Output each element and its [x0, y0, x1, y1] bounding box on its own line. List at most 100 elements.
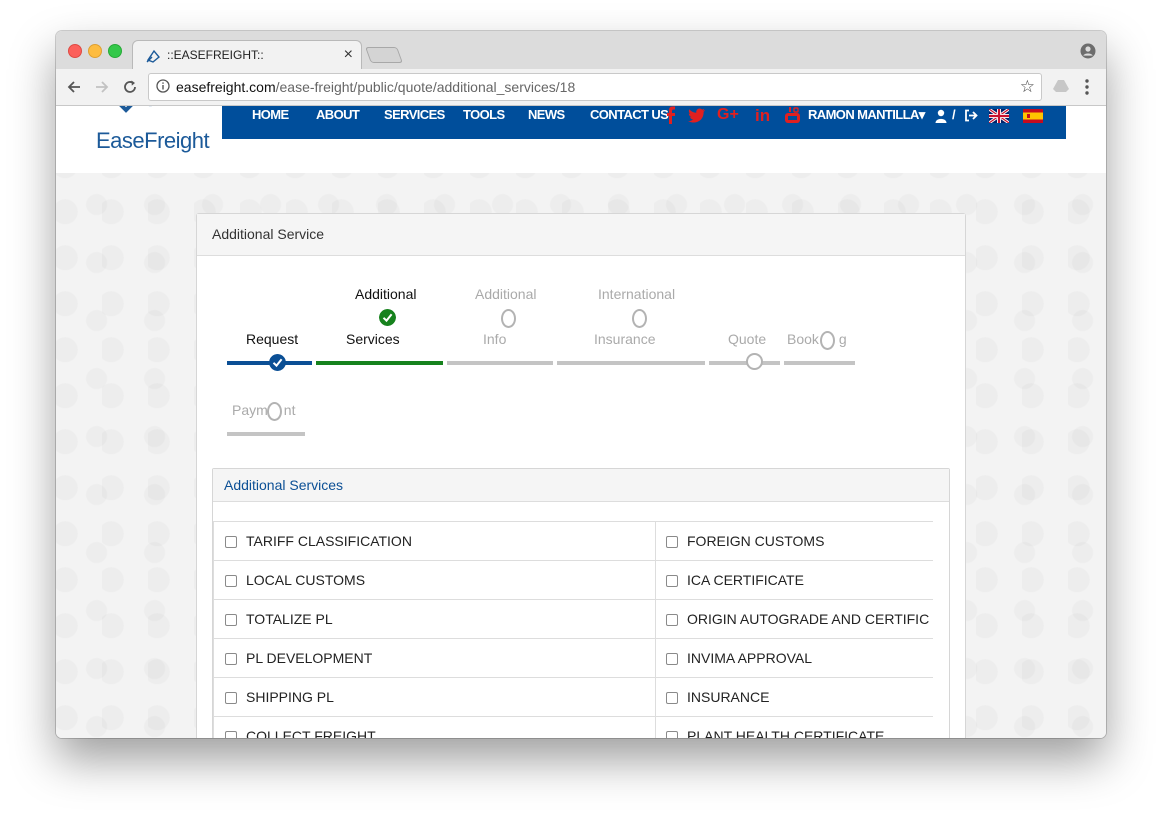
user-icon[interactable]: [935, 109, 947, 123]
sign-out-icon[interactable]: [964, 109, 979, 122]
service-option[interactable]: ICA CERTIFICATE: [655, 561, 933, 600]
step-quote-label: Quote: [728, 331, 767, 347]
service-option[interactable]: INVIMA APPROVAL: [655, 639, 933, 678]
bookmark-star-icon[interactable]: ☆: [1020, 77, 1035, 97]
linkedin-icon[interactable]: in: [755, 106, 770, 126]
service-option[interactable]: INSURANCE: [655, 678, 933, 717]
more-menu-icon[interactable]: [1084, 78, 1090, 96]
step-services-check-icon: [379, 309, 396, 326]
nav-contact-us[interactable]: CONTACT US: [590, 107, 669, 122]
browser-tab[interactable]: ::EASEFREIGHT:: ×: [132, 40, 362, 71]
step-request-label: Request: [246, 331, 299, 347]
user-menu[interactable]: RAMON MANTILLA▾: [808, 107, 925, 123]
service-label: INVIMA APPROVAL: [687, 650, 813, 666]
service-option[interactable]: ORIGIN AUTOGRADE AND CERTIFIC: [655, 600, 933, 639]
step-booking-bar: [784, 361, 855, 365]
step-request-check-icon: [269, 354, 286, 371]
ica-certificate-checkbox[interactable]: [666, 575, 678, 587]
totalize-pl-checkbox[interactable]: [225, 614, 237, 626]
tab-close-icon[interactable]: ×: [344, 46, 353, 64]
step-info-label-top: Additional: [475, 286, 537, 302]
origin-autograde-checkbox[interactable]: [666, 614, 678, 626]
step-payment-bar: [227, 432, 305, 436]
close-window-button[interactable]: [68, 44, 82, 58]
step-insurance-label-bottom: Insurance: [594, 331, 656, 347]
spain-flag-icon[interactable]: [1023, 109, 1043, 123]
browser-window: ::EASEFREIGHT:: × easefreight.com/ease-f…: [56, 31, 1106, 738]
step-insurance-ring: [632, 309, 647, 328]
additional-service-panel: Additional Service Request Additional Se…: [196, 213, 966, 738]
drive-extension-icon[interactable]: [1052, 79, 1070, 93]
new-tab-button[interactable]: [365, 47, 403, 63]
url-path: /ease-freight/public/quote/additional_se…: [275, 79, 576, 95]
uk-flag-icon[interactable]: [989, 109, 1009, 123]
service-label: PLANT HEALTH CERTIFICATE: [687, 728, 885, 738]
google-plus-icon[interactable]: G+: [717, 106, 739, 124]
nav-about[interactable]: ABOUT: [316, 107, 360, 122]
table-row: TARIFF CLASSIFICATION FOREIGN CUSTOMS: [213, 521, 933, 561]
service-label: TOTALIZE PL: [246, 611, 333, 627]
service-option[interactable]: FOREIGN CUSTOMS: [655, 522, 933, 561]
back-arrow-icon[interactable]: [65, 78, 83, 96]
plant-health-certificate-checkbox[interactable]: [666, 731, 678, 738]
service-option[interactable]: TOTALIZE PL: [213, 600, 656, 639]
table-row: PL DEVELOPMENT INVIMA APPROVAL: [213, 638, 933, 678]
service-option[interactable]: LOCAL CUSTOMS: [213, 561, 656, 600]
reload-icon[interactable]: [121, 78, 139, 96]
nav-home[interactable]: HOME: [252, 107, 289, 122]
twitter-icon[interactable]: [688, 107, 706, 123]
step-payment-label-suffix: nt: [283, 402, 296, 418]
invima-approval-checkbox[interactable]: [666, 653, 678, 665]
step-booking-label: Book g: [787, 331, 847, 347]
table-row: SHIPPING PL INSURANCE: [213, 677, 933, 717]
service-option[interactable]: PLANT HEALTH CERTIFICATE: [655, 717, 933, 738]
zoom-window-button[interactable]: [108, 44, 122, 58]
service-option[interactable]: TARIFF CLASSIFICATION: [213, 522, 656, 561]
insurance-checkbox[interactable]: [666, 692, 678, 704]
pl-development-checkbox[interactable]: [225, 653, 237, 665]
additional-services-panel: Additional Services TARIFF CLASSIFICATIO…: [212, 468, 950, 738]
url-host: easefreight.com: [176, 79, 276, 95]
step-insurance-label-top: International: [598, 286, 676, 302]
info-icon[interactable]: [156, 79, 170, 93]
nav-services[interactable]: SERVICES: [384, 107, 445, 122]
caret-down-icon: ▾: [918, 107, 926, 122]
service-label: PL DEVELOPMENT: [246, 650, 373, 666]
logo-mark-icon: [119, 106, 152, 113]
tab-bar: ::EASEFREIGHT:: ×: [56, 31, 1106, 71]
step-booking-ring: [820, 331, 835, 350]
facebook-icon[interactable]: [664, 106, 678, 124]
address-bar[interactable]: easefreight.com/ease-freight/public/quot…: [148, 73, 1042, 101]
forward-arrow-icon[interactable]: [93, 78, 111, 96]
nav-tools[interactable]: TOOLS: [463, 107, 505, 122]
tab-title: ::EASEFREIGHT::: [167, 48, 264, 62]
step-payment-ring: [267, 402, 282, 421]
step-quote-bar: [709, 361, 780, 365]
service-label: TARIFF CLASSIFICATION: [246, 533, 412, 549]
step-insurance-bar: [557, 361, 705, 365]
url-text: easefreight.com/ease-freight/public/quot…: [176, 79, 575, 95]
step-quote-ring: [746, 353, 763, 370]
nav-news[interactable]: NEWS: [528, 107, 565, 122]
profile-icon[interactable]: [1080, 43, 1096, 59]
service-label: LOCAL CUSTOMS: [246, 572, 366, 588]
table-row: TOTALIZE PL ORIGIN AUTOGRADE AND CERTIFI…: [213, 599, 933, 639]
minimize-window-button[interactable]: [88, 44, 102, 58]
collect-freight-checkbox[interactable]: [225, 731, 237, 738]
browser-toolbar: easefreight.com/ease-freight/public/quot…: [56, 69, 1106, 106]
tariff-classification-checkbox[interactable]: [225, 536, 237, 548]
step-info-bar: [447, 361, 553, 365]
separator-text: /: [952, 107, 956, 122]
service-label: INSURANCE: [687, 689, 770, 705]
favicon-icon: [146, 49, 160, 63]
youtube-icon[interactable]: [784, 107, 801, 124]
foreign-customs-checkbox[interactable]: [666, 536, 678, 548]
service-option[interactable]: COLLECT FREIGHT: [213, 717, 656, 738]
service-option[interactable]: PL DEVELOPMENT: [213, 639, 656, 678]
service-option[interactable]: SHIPPING PL: [213, 678, 656, 717]
site-logo[interactable]: EaseFreight: [96, 128, 210, 154]
shipping-pl-checkbox[interactable]: [225, 692, 237, 704]
local-customs-checkbox[interactable]: [225, 575, 237, 587]
additional-services-heading: Additional Services: [213, 469, 949, 502]
table-row: COLLECT FREIGHT PLANT HEALTH CERTIFICATE: [213, 716, 933, 738]
